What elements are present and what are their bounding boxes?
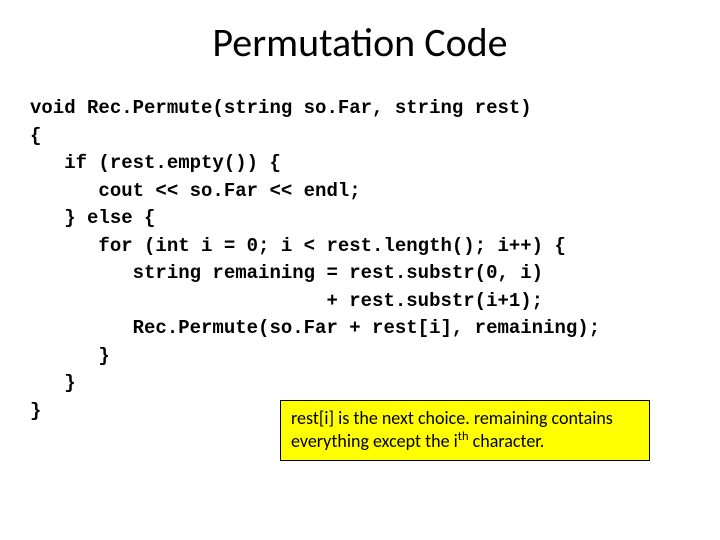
annotation-superscript: th: [458, 429, 469, 444]
code-line: Rec.Permute(so.Far + rest[i], remaining)…: [30, 317, 600, 339]
code-line: } else {: [30, 207, 155, 229]
slide: Permutation Code void Rec.Permute(string…: [0, 0, 720, 540]
annotation-text: rest[i] is the next choice. remaining co…: [291, 407, 613, 452]
annotation-box: rest[i] is the next choice. remaining co…: [280, 400, 650, 461]
code-line: }: [30, 372, 76, 394]
code-line: }: [30, 345, 110, 367]
code-line: }: [30, 400, 41, 422]
code-line: for (int i = 0; i < rest.length(); i++) …: [30, 235, 566, 257]
code-block: void Rec.Permute(string so.Far, string r…: [30, 95, 700, 426]
code-line: {: [30, 125, 41, 147]
annotation-text: character.: [469, 430, 545, 452]
code-line: if (rest.empty()) {: [30, 152, 281, 174]
code-line: string remaining = rest.substr(0, i): [30, 262, 543, 284]
code-line: void Rec.Permute(string so.Far, string r…: [30, 97, 532, 119]
code-line: + rest.substr(i+1);: [30, 290, 543, 312]
code-line: cout << so.Far << endl;: [30, 180, 361, 202]
slide-title: Permutation Code: [0, 18, 720, 67]
